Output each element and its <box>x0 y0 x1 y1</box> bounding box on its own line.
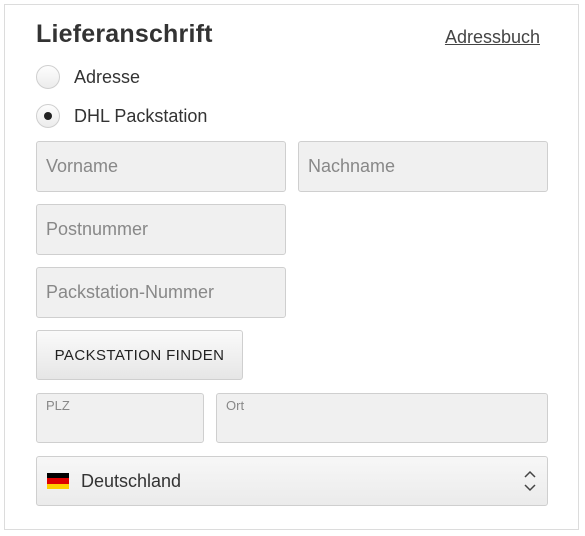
lastname-input[interactable] <box>299 142 547 191</box>
germany-flag-icon <box>47 473 69 489</box>
postnumber-input[interactable] <box>37 205 285 254</box>
radio-address-label: Adresse <box>74 66 141 87</box>
packstation-number-input[interactable] <box>37 268 285 317</box>
page-title: Lieferanschrift <box>36 20 213 48</box>
radio-packstation-label: DHL Packstation <box>74 105 208 126</box>
packstation-number-field[interactable] <box>36 267 286 318</box>
lastname-field[interactable] <box>298 141 548 192</box>
country-select-value: Deutschland <box>81 470 182 491</box>
chevron-up-down-icon <box>524 470 536 492</box>
city-field[interactable]: Ort <box>216 393 548 443</box>
postnumber-field[interactable] <box>36 204 286 255</box>
radio-address[interactable] <box>36 65 60 89</box>
country-select[interactable]: Deutschland <box>36 456 548 506</box>
address-book-link[interactable]: Adressbuch <box>445 27 540 48</box>
city-label: Ort <box>226 398 245 413</box>
firstname-input[interactable] <box>37 142 285 191</box>
radio-option-packstation[interactable]: DHL Packstation <box>36 104 207 128</box>
firstname-field[interactable] <box>36 141 286 192</box>
find-packstation-button[interactable]: PACKSTATION FINDEN <box>36 330 243 380</box>
radio-option-address[interactable]: Adresse <box>36 65 140 89</box>
radio-packstation[interactable] <box>36 104 60 128</box>
zip-label: PLZ <box>46 398 70 413</box>
zip-field[interactable]: PLZ <box>36 393 204 443</box>
